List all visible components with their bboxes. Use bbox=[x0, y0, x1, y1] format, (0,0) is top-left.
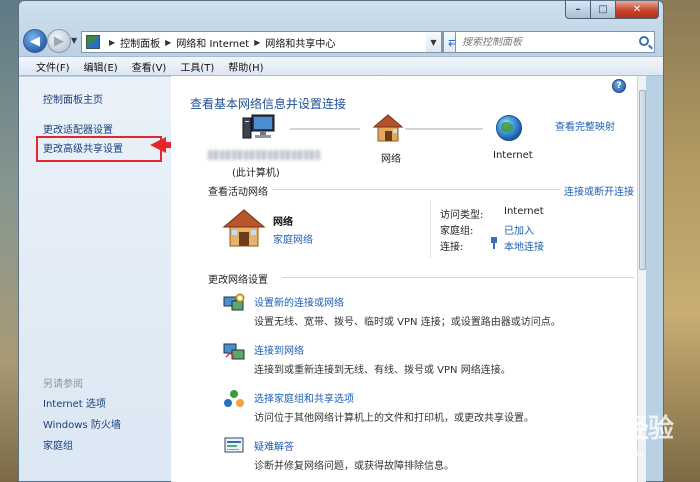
globe-land bbox=[501, 122, 513, 132]
homegroup-sharing-options-desc: 访问位于其他网络计算机上的文件和打印机，或更改共享设置。 bbox=[254, 413, 534, 424]
menu-help[interactable]: 帮助(H) bbox=[221, 59, 270, 74]
watermark-logo: Baidu 经验 bbox=[534, 414, 674, 444]
vertical-divider bbox=[430, 200, 431, 258]
page-title: 查看基本网络信息并设置连接 bbox=[190, 97, 347, 111]
scrollbar-thumb[interactable] bbox=[639, 90, 646, 270]
setup-new-connection-desc: 设置无线、宽带、拨号、临时或 VPN 连接；或设置路由器或访问点。 bbox=[254, 317, 561, 328]
troubleshoot-desc: 诊断并修复网络问题，或获得故障排除信息。 bbox=[254, 461, 454, 472]
forward-button[interactable]: ▶ bbox=[47, 29, 71, 53]
breadcrumb-network-internet[interactable]: 网络和 Internet bbox=[176, 35, 249, 50]
connect-network-icon bbox=[223, 343, 245, 360]
view-full-map-link[interactable]: 查看完整映射 bbox=[555, 118, 615, 133]
breadcrumb-control-panel[interactable]: 控制面板 bbox=[120, 35, 160, 50]
menu-file[interactable]: 文件(F) bbox=[29, 59, 77, 74]
recent-pages-dropdown[interactable]: ▼ bbox=[71, 36, 77, 45]
this-computer-label: (此计算机) bbox=[232, 168, 280, 179]
menu-view[interactable]: 查看(V) bbox=[125, 59, 174, 74]
homegroup-label: 家庭组: bbox=[440, 226, 474, 237]
watermark-url: jingyan.baidu.com bbox=[554, 450, 646, 460]
chevron-right-icon: ▶ bbox=[109, 37, 116, 47]
access-type-value: Internet bbox=[504, 206, 544, 217]
network-type-link[interactable]: 家庭网络 bbox=[273, 231, 313, 246]
homegroup-link[interactable]: 家庭组 bbox=[43, 437, 73, 452]
homegroup-sharing-options-link[interactable]: 选择家庭组和共享选项 bbox=[254, 390, 354, 405]
home-network-icon bbox=[222, 209, 266, 247]
new-connection-icon bbox=[223, 293, 245, 311]
section-divider bbox=[282, 277, 634, 278]
chevron-right-icon[interactable]: ▶ bbox=[254, 38, 260, 47]
search-input[interactable] bbox=[462, 36, 632, 48]
menu-bar: 文件(F) 编辑(E) 查看(V) 工具(T) 帮助(H) bbox=[19, 56, 663, 76]
address-dropdown-button[interactable]: ▼ bbox=[426, 31, 442, 53]
section-divider bbox=[272, 189, 560, 190]
windows-firewall-link[interactable]: Windows 防火墙 bbox=[43, 416, 121, 431]
menu-tools[interactable]: 工具(T) bbox=[173, 59, 221, 74]
caption-buttons: – □ ✕ bbox=[565, 1, 659, 19]
map-connector-line bbox=[405, 128, 483, 130]
chevron-right-icon[interactable]: ▶ bbox=[165, 38, 171, 47]
internet-label[interactable]: Internet bbox=[493, 150, 533, 161]
active-network-name: 网络 bbox=[273, 217, 293, 228]
setup-new-connection-link[interactable]: 设置新的连接或网络 bbox=[254, 294, 344, 309]
red-highlight-box bbox=[36, 136, 162, 162]
see-also-heading: 另请参阅 bbox=[43, 379, 83, 390]
homegroup-icon bbox=[224, 390, 244, 407]
search-icon[interactable] bbox=[639, 36, 649, 46]
control-panel-icon bbox=[86, 35, 100, 49]
address-bar[interactable]: ▶ 控制面板 ▶ 网络和 Internet ▶ 网络和共享中心 bbox=[81, 31, 443, 53]
navigation-bar: ◀ ▶ ▼ ▶ 控制面板 ▶ 网络和 Internet ▶ 网络和共享中心 ▼ … bbox=[19, 27, 663, 55]
close-button[interactable]: ✕ bbox=[616, 1, 659, 19]
network-house-icon bbox=[373, 114, 403, 142]
internet-options-link[interactable]: Internet 选项 bbox=[43, 395, 106, 410]
back-button[interactable]: ◀ bbox=[23, 29, 47, 53]
change-adapter-settings-link[interactable]: 更改适配器设置 bbox=[43, 121, 113, 136]
network-label[interactable]: 网络 bbox=[381, 150, 401, 165]
menu-edit[interactable]: 编辑(E) bbox=[77, 59, 125, 74]
control-panel-home-link[interactable]: 控制面板主页 bbox=[43, 91, 103, 106]
active-networks-heading: 查看活动网络 bbox=[208, 187, 268, 198]
help-icon[interactable]: ? bbox=[612, 79, 626, 93]
local-connection-link[interactable]: 本地连接 bbox=[504, 238, 544, 253]
ethernet-icon bbox=[491, 237, 497, 249]
homegroup-joined-link[interactable]: 已加入 bbox=[504, 222, 534, 237]
map-connector-line bbox=[290, 128, 360, 130]
connect-or-disconnect-link[interactable]: 连接或断开连接 bbox=[564, 183, 634, 198]
baidu-jingyan-watermark: Baidu 经验 jingyan.baidu.com bbox=[526, 408, 696, 474]
maximize-button[interactable]: □ bbox=[591, 1, 616, 19]
connect-to-network-link[interactable]: 连接到网络 bbox=[254, 342, 304, 357]
connections-label: 连接: bbox=[440, 242, 464, 253]
change-network-settings-heading: 更改网络设置 bbox=[208, 275, 268, 286]
access-type-label: 访问类型: bbox=[440, 210, 484, 221]
search-box[interactable] bbox=[455, 31, 655, 53]
computer-icon bbox=[242, 114, 275, 139]
connect-to-network-desc: 连接到或重新连接到无线、有线、拨号或 VPN 网络连接。 bbox=[254, 365, 511, 376]
troubleshoot-icon bbox=[224, 437, 244, 453]
computer-name-obscured bbox=[208, 150, 320, 160]
minimize-button[interactable]: – bbox=[565, 1, 591, 19]
internet-globe-icon bbox=[496, 115, 522, 141]
breadcrumb-network-sharing-center[interactable]: 网络和共享中心 bbox=[265, 35, 335, 50]
troubleshoot-link[interactable]: 疑难解答 bbox=[254, 438, 294, 453]
